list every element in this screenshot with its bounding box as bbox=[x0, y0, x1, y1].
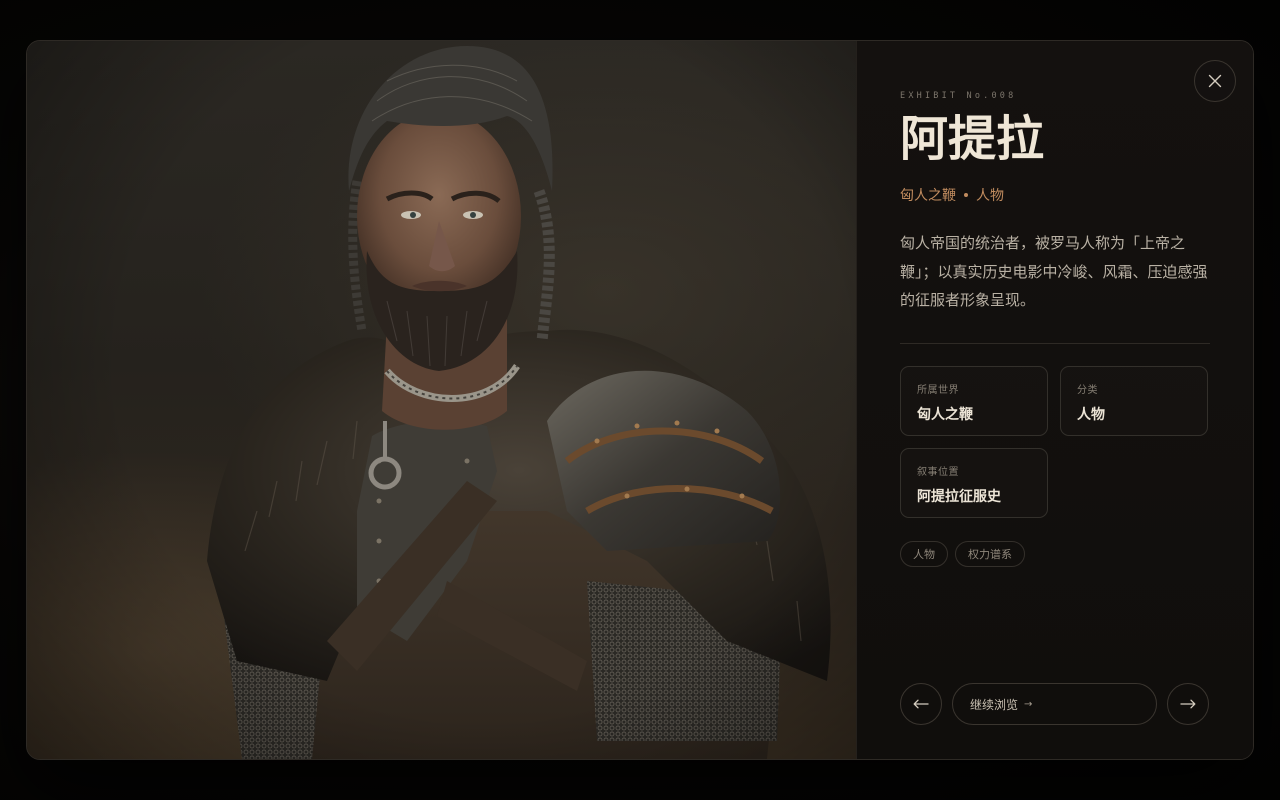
arrow-left-icon bbox=[913, 699, 929, 709]
exhibit-info-panel: EXHIBIT No.008 阿提拉 匈人之鞭 人物 匈人帝国的统治者，被罗马人… bbox=[857, 41, 1253, 759]
tag-item[interactable]: 人物 bbox=[900, 541, 948, 567]
continue-browsing-button[interactable]: 继续浏览 → bbox=[952, 683, 1157, 725]
tag-item[interactable]: 权力谱系 bbox=[955, 541, 1025, 567]
subtitle-separator-dot bbox=[964, 193, 968, 197]
tag-list: 人物 权力谱系 bbox=[900, 541, 1025, 567]
continue-arrow-icon: → bbox=[1024, 698, 1033, 710]
exhibit-subtitle: 匈人之鞭 人物 bbox=[900, 185, 1004, 205]
close-button[interactable] bbox=[1194, 60, 1236, 102]
info-card-value: 阿提拉征服史 bbox=[917, 489, 1001, 505]
previous-button[interactable] bbox=[900, 683, 942, 725]
portrait-illustration bbox=[207, 46, 831, 759]
info-card-value: 匈人之鞭 bbox=[917, 407, 973, 423]
info-card-label: 叙事位置 bbox=[917, 467, 959, 478]
section-divider bbox=[900, 343, 1210, 344]
info-card-narrative: 叙事位置 阿提拉征服史 bbox=[900, 448, 1048, 518]
info-card-category: 分类 人物 bbox=[1060, 366, 1208, 436]
subtitle-category: 人物 bbox=[976, 188, 1004, 204]
info-card-label: 分类 bbox=[1077, 385, 1098, 396]
info-card-world: 所属世界 匈人之鞭 bbox=[900, 366, 1048, 436]
subtitle-world: 匈人之鞭 bbox=[900, 188, 956, 204]
exhibit-title: 阿提拉 bbox=[900, 111, 1045, 167]
info-card-label: 所属世界 bbox=[917, 385, 959, 396]
exhibit-modal: EXHIBIT No.008 阿提拉 匈人之鞭 人物 匈人帝国的统治者，被罗马人… bbox=[26, 40, 1254, 760]
continue-browsing-label: 继续浏览 bbox=[970, 697, 1019, 712]
info-card-value: 人物 bbox=[1077, 407, 1105, 423]
exhibit-portrait-image bbox=[27, 41, 856, 759]
arrow-right-icon bbox=[1180, 699, 1196, 709]
close-icon bbox=[1208, 74, 1222, 88]
exhibit-number: EXHIBIT No.008 bbox=[900, 91, 1017, 101]
next-button[interactable] bbox=[1167, 683, 1209, 725]
exhibit-description: 匈人帝国的统治者，被罗马人称为「上帝之鞭」；以真实历史电影中冷峻、风霜、压迫感强… bbox=[900, 234, 1208, 309]
